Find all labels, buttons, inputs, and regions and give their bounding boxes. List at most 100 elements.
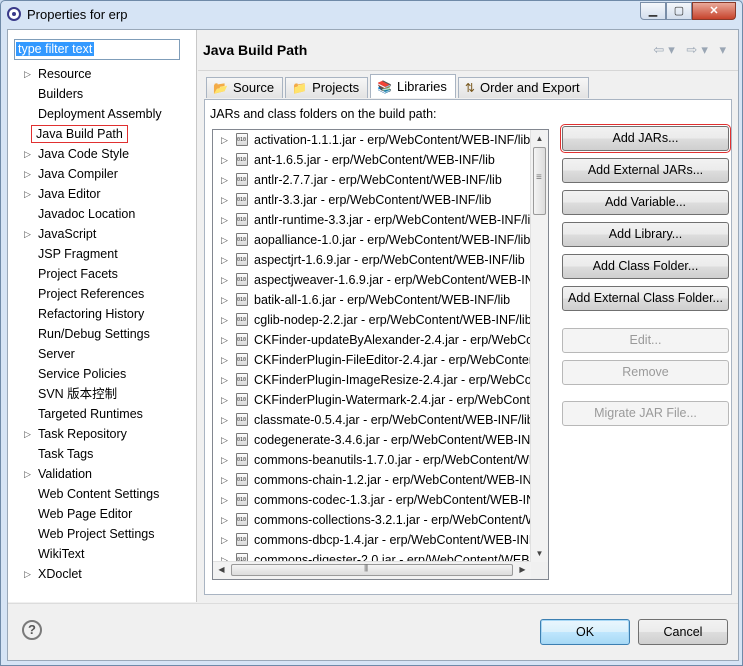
tree-item-xdoclet[interactable]: ▷ XDoclet	[8, 564, 196, 584]
close-button[interactable]: ✕	[692, 2, 736, 20]
expand-arrow-icon[interactable]: ▷	[221, 350, 228, 370]
expand-arrow-icon[interactable]: ▷	[221, 390, 228, 410]
expand-arrow-icon[interactable]: ▷	[221, 130, 228, 150]
minimize-button[interactable]: ▁	[640, 2, 666, 20]
tree-item-jsp-fragment[interactable]: JSP Fragment	[8, 244, 196, 264]
tree-item-web-page-editor[interactable]: Web Page Editor	[8, 504, 196, 524]
jar-list-item[interactable]: ▷ CKFinder-updateByAlexander-2.4.jar - er…	[213, 330, 531, 350]
add-class-folder-button[interactable]: Add Class Folder...	[562, 254, 729, 279]
jar-list-item[interactable]: ▷ classmate-0.5.4.jar - erp/WebContent/WE…	[213, 410, 531, 430]
cancel-button[interactable]: Cancel	[638, 619, 728, 645]
jar-list-item[interactable]: ▷ commons-beanutils-1.7.0.jar - erp/WebCo…	[213, 450, 531, 470]
jar-list-item[interactable]: ▷ CKFinderPlugin-Watermark-2.4.jar - erp/…	[213, 390, 531, 410]
add-external-jars-button[interactable]: Add External JARs...	[562, 158, 729, 183]
tree-item-builders[interactable]: Builders	[8, 84, 196, 104]
expand-arrow-icon[interactable]: ▷	[24, 184, 31, 204]
jar-list-item[interactable]: ▷ antlr-3.3.jar - erp/WebContent/WEB-INF/…	[213, 190, 531, 210]
tree-item-web-project-settings[interactable]: Web Project Settings	[8, 524, 196, 544]
jar-list-item[interactable]: ▷ aopalliance-1.0.jar - erp/WebContent/WE…	[213, 230, 531, 250]
tree-item-svn[interactable]: SVN 版本控制	[8, 384, 196, 404]
expand-arrow-icon[interactable]: ▷	[24, 464, 31, 484]
tab-libraries[interactable]: 📚 Libraries	[370, 74, 456, 98]
tree-item-targeted-runtimes[interactable]: Targeted Runtimes	[8, 404, 196, 424]
jar-list-item[interactable]: ▷ ant-1.6.5.jar - erp/WebContent/WEB-INF/…	[213, 150, 531, 170]
jar-list-item[interactable]: ▷ codegenerate-3.4.6.jar - erp/WebContent…	[213, 430, 531, 450]
tree-item-wikitext[interactable]: WikiText	[8, 544, 196, 564]
jar-list-item[interactable]: ▷ commons-codec-1.3.jar - erp/WebContent/…	[213, 490, 531, 510]
tree-item-run-debug-settings[interactable]: Run/Debug Settings	[8, 324, 196, 344]
tree-item-resource[interactable]: ▷ Resource	[8, 64, 196, 84]
expand-arrow-icon[interactable]: ▷	[221, 170, 228, 190]
add-library-button[interactable]: Add Library...	[562, 222, 729, 247]
scroll-right-icon[interactable]: ▶	[514, 562, 531, 578]
history-navigation[interactable]: ⇦▾ ⇨▾ ▾	[653, 42, 730, 58]
migrate-jar-file-button[interactable]: Migrate JAR File...	[562, 401, 729, 426]
jar-list-item[interactable]: ▷ activation-1.1.1.jar - erp/WebContent/W…	[213, 130, 531, 150]
tree-item-server[interactable]: Server	[8, 344, 196, 364]
tree-item-deployment-assembly[interactable]: Deployment Assembly	[8, 104, 196, 124]
expand-arrow-icon[interactable]: ▷	[24, 224, 31, 244]
jar-list-item[interactable]: ▷ CKFinderPlugin-ImageResize-2.4.jar - er…	[213, 370, 531, 390]
maximize-button[interactable]: ▢	[666, 2, 692, 20]
expand-arrow-icon[interactable]: ▷	[221, 230, 228, 250]
add-external-class-folder-button[interactable]: Add External Class Folder...	[562, 286, 729, 311]
expand-arrow-icon[interactable]: ▷	[221, 190, 228, 210]
ok-button[interactable]: OK	[540, 619, 630, 645]
expand-arrow-icon[interactable]: ▷	[221, 270, 228, 290]
scroll-up-icon[interactable]: ▲	[531, 130, 548, 147]
jar-list-item[interactable]: ▷ batik-all-1.6.jar - erp/WebContent/WEB-…	[213, 290, 531, 310]
tree-item-java-build-path[interactable]: Java Build Path	[8, 124, 196, 144]
tree-item-javascript[interactable]: ▷ JavaScript	[8, 224, 196, 244]
tree-item-javadoc-location[interactable]: Javadoc Location	[8, 204, 196, 224]
expand-arrow-icon[interactable]: ▷	[221, 490, 228, 510]
tree-item-validation[interactable]: ▷ Validation	[8, 464, 196, 484]
expand-arrow-icon[interactable]: ▷	[221, 410, 228, 430]
tab-source[interactable]: 📂 Source	[206, 77, 284, 98]
filter-input[interactable]: type filter text	[14, 39, 180, 60]
jar-list-item[interactable]: ▷ CKFinderPlugin-FileEditor-2.4.jar - erp…	[213, 350, 531, 370]
expand-arrow-icon[interactable]: ▷	[24, 144, 31, 164]
edit-button[interactable]: Edit...	[562, 328, 729, 353]
tree-item-service-policies[interactable]: Service Policies	[8, 364, 196, 384]
jar-list-item[interactable]: ▷ commons-collections-3.2.1.jar - erp/Web…	[213, 510, 531, 530]
expand-arrow-icon[interactable]: ▷	[221, 430, 228, 450]
tree-item-web-content-settings[interactable]: Web Content Settings	[8, 484, 196, 504]
expand-arrow-icon[interactable]: ▷	[221, 210, 228, 230]
jar-list-item[interactable]: ▷ antlr-runtime-3.3.jar - erp/WebContent/…	[213, 210, 531, 230]
jar-list-item[interactable]: ▷ cglib-nodep-2.2.jar - erp/WebContent/WE…	[213, 310, 531, 330]
expand-arrow-icon[interactable]: ▷	[221, 310, 228, 330]
tree-item-refactoring-history[interactable]: Refactoring History	[8, 304, 196, 324]
jar-list[interactable]: ▷ activation-1.1.1.jar - erp/WebContent/W…	[212, 129, 549, 580]
expand-arrow-icon[interactable]: ▷	[24, 64, 31, 84]
expand-arrow-icon[interactable]: ▷	[221, 290, 228, 310]
expand-arrow-icon[interactable]: ▷	[221, 510, 228, 530]
expand-arrow-icon[interactable]: ▷	[221, 470, 228, 490]
remove-button[interactable]: Remove	[562, 360, 729, 385]
expand-arrow-icon[interactable]: ▷	[24, 164, 31, 184]
tab-order-and-export[interactable]: ⇅ Order and Export	[457, 77, 589, 98]
vertical-scrollbar[interactable]: ▲ ▼	[530, 130, 548, 562]
expand-arrow-icon[interactable]: ▷	[221, 530, 228, 550]
horizontal-scrollbar[interactable]: ◀ ▶	[213, 561, 531, 579]
tree-item-task-repository[interactable]: ▷ Task Repository	[8, 424, 196, 444]
expand-arrow-icon[interactable]: ▷	[24, 424, 31, 444]
expand-arrow-icon[interactable]: ▷	[221, 250, 228, 270]
expand-arrow-icon[interactable]: ▷	[221, 150, 228, 170]
help-icon[interactable]: ?	[22, 620, 42, 640]
jar-list-item[interactable]: ▷ commons-chain-1.2.jar - erp/WebContent/…	[213, 470, 531, 490]
scroll-down-icon[interactable]: ▼	[531, 545, 548, 562]
add-jars-button[interactable]: Add JARs...	[560, 124, 731, 153]
jar-list-item[interactable]: ▷ aspectjweaver-1.6.9.jar - erp/WebConten…	[213, 270, 531, 290]
expand-arrow-icon[interactable]: ▷	[221, 450, 228, 470]
expand-arrow-icon[interactable]: ▷	[24, 564, 31, 584]
tree-item-task-tags[interactable]: Task Tags	[8, 444, 196, 464]
tree-item-project-references[interactable]: Project References	[8, 284, 196, 304]
horizontal-scroll-thumb[interactable]	[231, 563, 513, 576]
expand-arrow-icon[interactable]: ▷	[221, 370, 228, 390]
add-variable-button[interactable]: Add Variable...	[562, 190, 729, 215]
expand-arrow-icon[interactable]: ▷	[221, 330, 228, 350]
jar-list-item[interactable]: ▷ aspectjrt-1.6.9.jar - erp/WebContent/WE…	[213, 250, 531, 270]
tree-item-java-code-style[interactable]: ▷ Java Code Style	[8, 144, 196, 164]
vertical-scroll-thumb[interactable]	[533, 147, 546, 215]
scroll-left-icon[interactable]: ◀	[213, 562, 230, 578]
